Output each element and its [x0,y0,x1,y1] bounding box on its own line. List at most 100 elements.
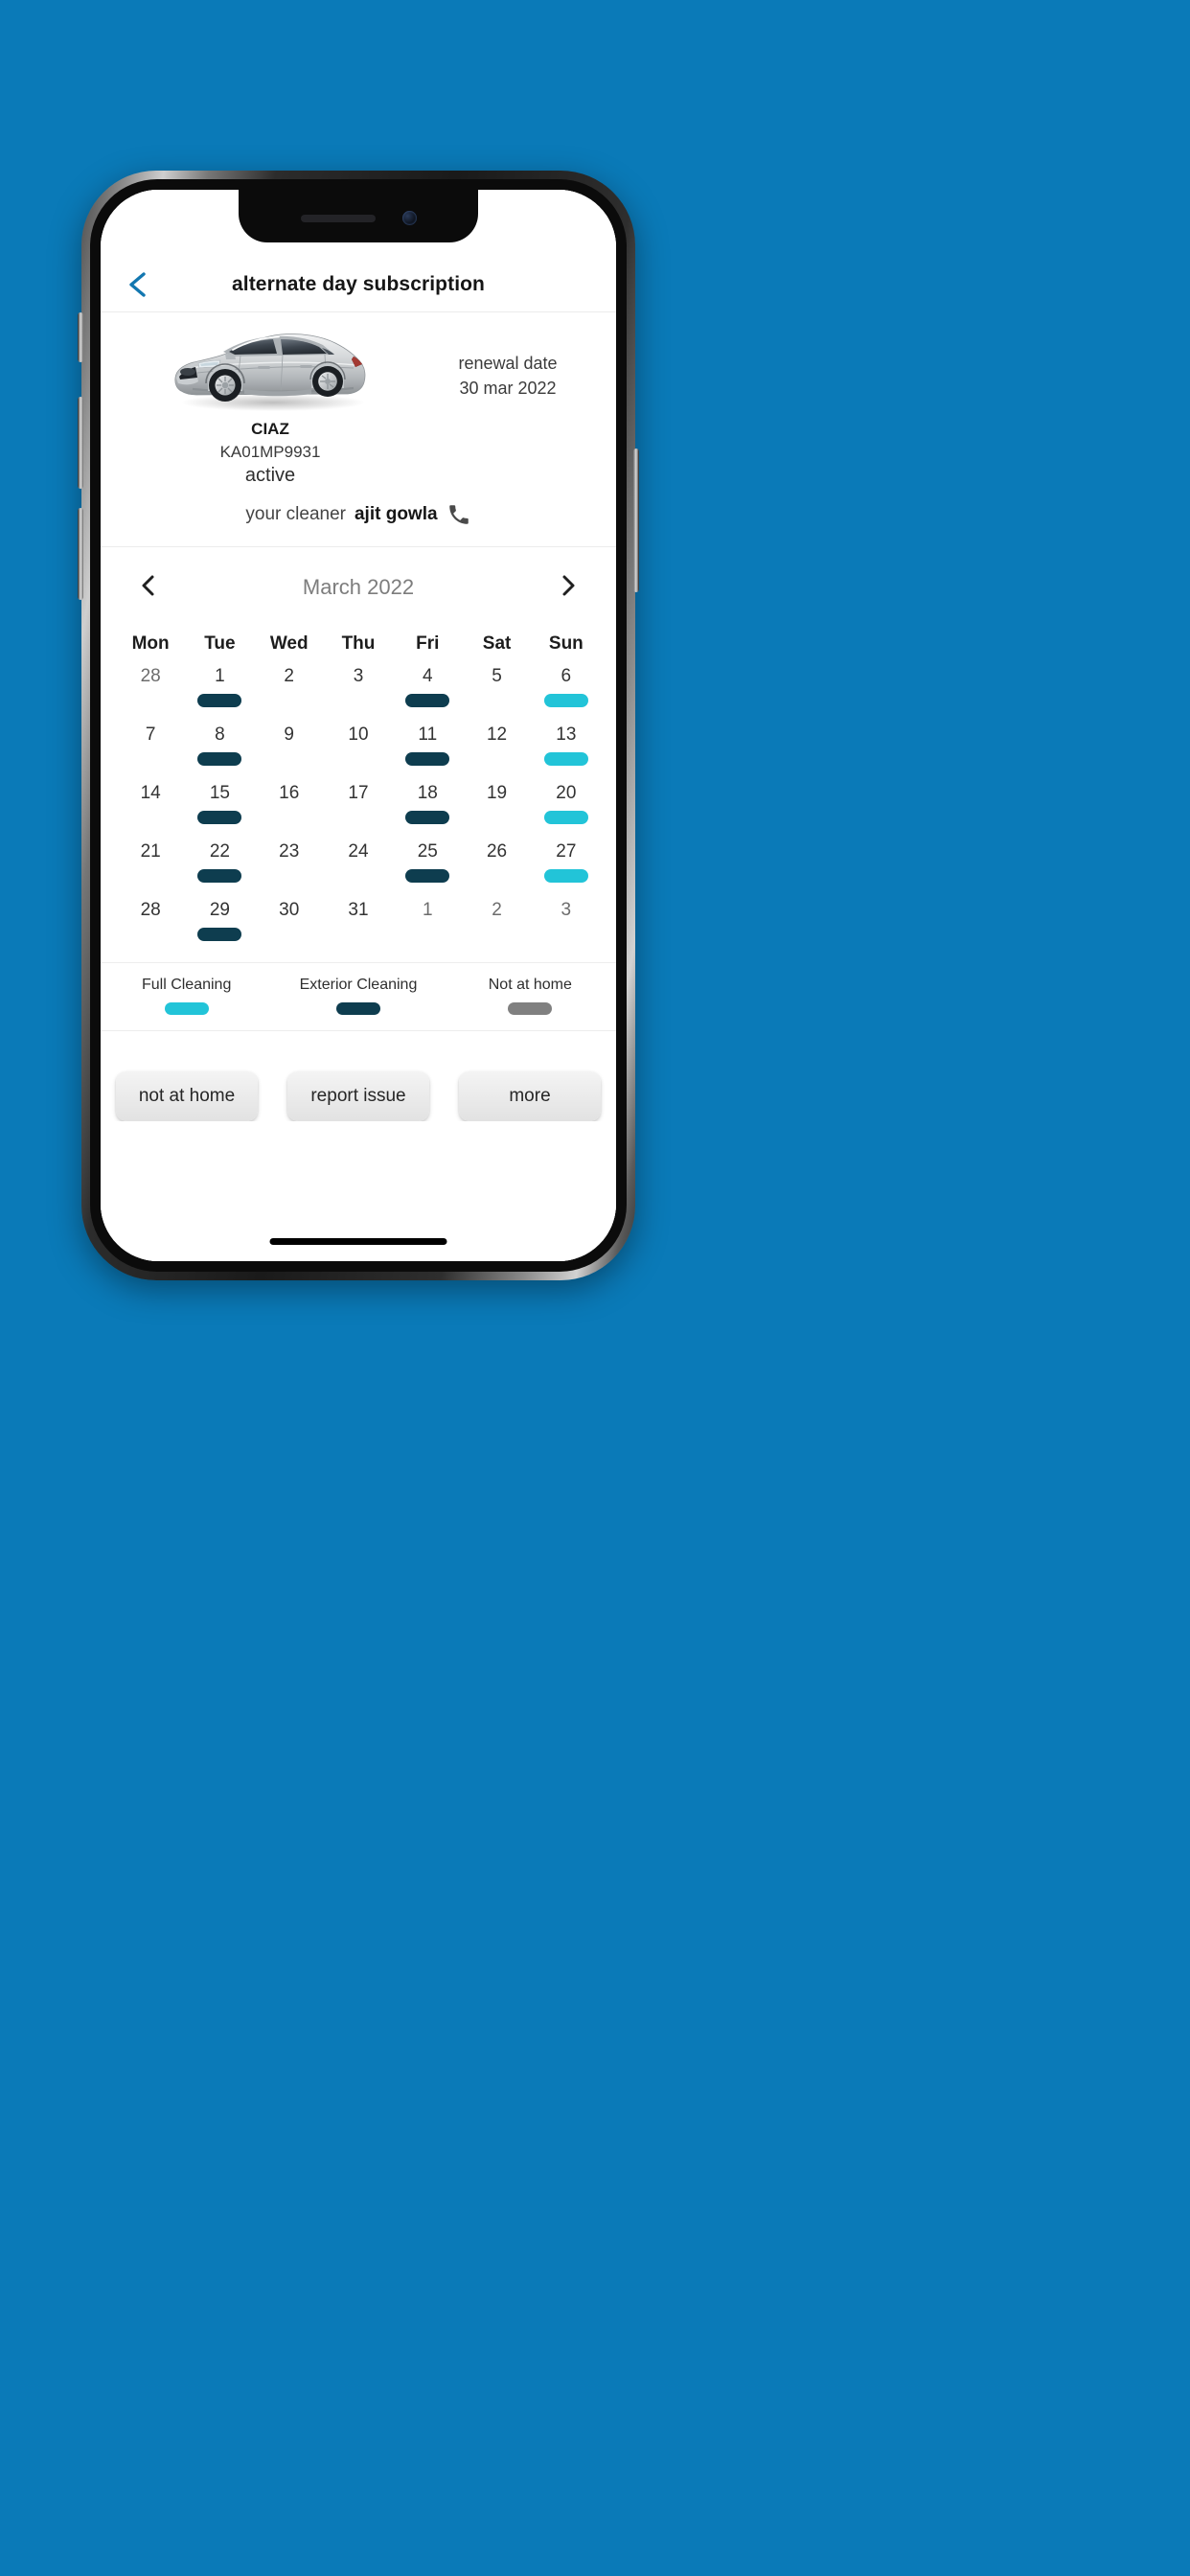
calendar-day-cell[interactable]: 3 [324,660,393,719]
calendar-day-number: 6 [561,666,572,686]
calendar-day-cell[interactable]: 25 [393,836,462,894]
calendar-day-cell[interactable]: 13 [532,719,601,777]
calendar-day-cell[interactable]: 21 [116,836,185,894]
weekday-header: Thu [341,633,376,654]
calendar-day-cell[interactable]: 8 [185,719,254,777]
calendar-day-number: 27 [556,841,577,862]
front-camera-icon [401,211,417,225]
legend-label: Exterior Cleaning [299,977,418,993]
calendar-day-cell[interactable]: 30 [255,894,324,953]
legend-label: Not at home [488,977,572,993]
volume-down-button[interactable] [78,508,83,600]
calendar-day-cell[interactable]: 29 [185,894,254,953]
legend-color-swatch [164,1002,209,1015]
calendar-day-cell[interactable]: 28 [116,660,185,719]
calendar-day-marker [336,752,380,766]
calendar-day-cell[interactable]: 10 [324,719,393,777]
page-title: alternate day subscription [231,273,485,295]
phone-notch [239,190,478,242]
calendar-day-marker [128,928,172,941]
calendar-day-marker [475,694,519,707]
calendar-day-cell[interactable]: 5 [462,660,531,719]
calendar-day-number: 1 [422,900,433,920]
calendar-day-cell[interactable]: 2 [462,894,531,953]
renewal-column: renewal date 30 mar 2022 [400,316,616,401]
calendar-day-marker [475,752,519,766]
device-bezel: alternate day subscription CIAZ KA01MP99… [90,179,627,1272]
legend-item: Exterior Cleaning [272,977,444,1015]
calendar-day-number: 18 [417,783,438,803]
calendar-day-cell[interactable]: 22 [185,836,254,894]
calendar-day-cell[interactable]: 26 [462,836,531,894]
calendar-day-cell[interactable]: 1 [393,894,462,953]
calendar-day-number: 19 [486,783,508,803]
next-month-button[interactable] [549,568,587,607]
calendar-day-cell[interactable]: 23 [255,836,324,894]
calendar-day-number: 3 [353,666,364,686]
calendar-day-cell[interactable]: 9 [255,719,324,777]
calendar-day-number: 16 [279,783,300,803]
calendar-day-number: 15 [209,783,230,803]
calendar-day-marker [197,694,242,707]
weekday-header: Wed [269,633,309,654]
calendar-day-cell[interactable]: 6 [532,660,601,719]
calendar-day-number: 24 [348,841,369,862]
calendar-day-number: 12 [486,724,508,745]
calendar-day-cell[interactable]: 2 [255,660,324,719]
not-at-home-button[interactable]: not at home [116,1071,258,1121]
volume-up-button[interactable] [78,397,83,489]
calendar-day-cell[interactable]: 7 [116,719,185,777]
calendar-day-cell[interactable]: 31 [324,894,393,953]
calendar-day-number: 21 [140,841,161,862]
calendar-day-cell[interactable]: 27 [532,836,601,894]
calendar-day-cell[interactable]: 17 [324,777,393,836]
calendar-day-marker [475,869,519,883]
calendar-day-cell[interactable]: 19 [462,777,531,836]
mute-switch[interactable] [78,312,83,362]
calendar-day-cell[interactable]: 15 [185,777,254,836]
more-button[interactable]: more [459,1071,601,1121]
calendar-day-cell[interactable]: 4 [393,660,462,719]
calendar-day-cell[interactable]: 1 [185,660,254,719]
calendar-day-marker [128,811,172,824]
home-indicator[interactable] [269,1238,447,1245]
calendar-day-marker [405,928,449,941]
calendar-day-grid: 28 1 2 3 4 5 6 7 8 9 10 11 12 13 14 15 16 17 18 19 20 21 22 23 2… [116,660,601,953]
calendar-day-number: 13 [556,724,577,745]
calendar-day-cell[interactable]: 14 [116,777,185,836]
legend-label: Full Cleaning [141,977,232,993]
calendar-day-marker [128,869,172,883]
calendar-day-number: 22 [209,841,230,862]
weekday-header: Sat [482,633,512,654]
calendar-day-number: 10 [348,724,369,745]
report-issue-button[interactable]: report issue [287,1071,429,1121]
calendar-day-number: 23 [279,841,300,862]
weekday-header: Tue [204,633,236,654]
calendar-day-cell[interactable]: 12 [462,719,531,777]
calendar-day-marker [405,752,450,766]
calendar-day-cell[interactable]: 20 [532,777,601,836]
calendar-day-marker [543,811,588,824]
calendar-day-cell[interactable]: 3 [532,894,601,953]
legend-item: Not at home [445,977,616,1015]
car-image [166,322,375,414]
calendar-day-cell[interactable]: 16 [255,777,324,836]
power-button[interactable] [633,448,639,592]
phone-icon[interactable] [446,502,471,527]
calendar-day-marker [267,811,311,824]
prev-month-button[interactable] [129,568,168,607]
back-button[interactable] [116,264,158,306]
calendar-day-cell[interactable]: 11 [393,719,462,777]
chevron-right-icon [559,574,578,602]
calendar-day-marker [405,869,450,883]
calendar-nav: March 2022 [116,547,601,616]
calendar-day-cell[interactable]: 18 [393,777,462,836]
calendar-day-marker [543,869,588,883]
calendar-day-number: 28 [140,666,161,686]
calendar-day-number: 14 [140,783,161,803]
calendar-day-marker [336,811,380,824]
calendar-day-cell[interactable]: 28 [116,894,185,953]
calendar-day-marker [267,869,311,883]
calendar-day-cell[interactable]: 24 [324,836,393,894]
calendar-month-label: March 2022 [302,575,415,599]
